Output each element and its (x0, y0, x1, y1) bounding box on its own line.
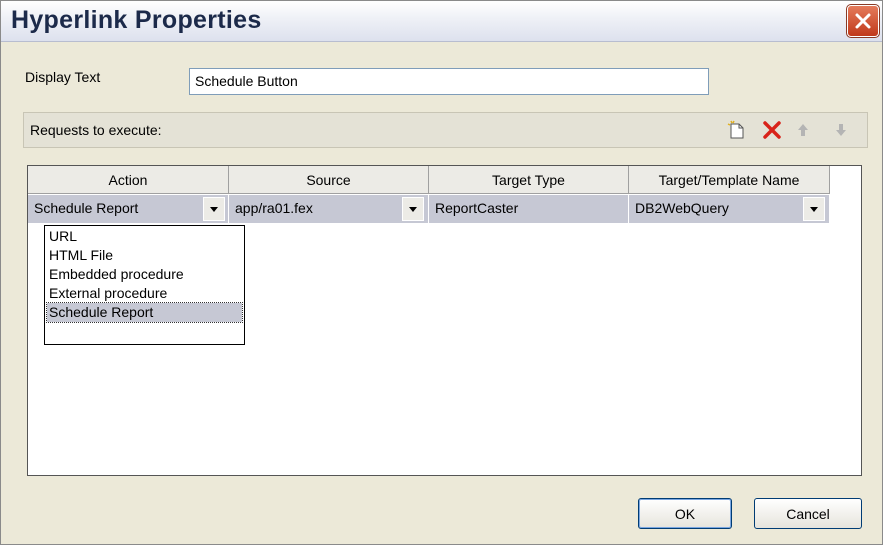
cancel-button[interactable]: Cancel (754, 498, 862, 529)
display-text-input[interactable]: Schedule Button (189, 68, 709, 95)
dropdown-option-external-procedure[interactable]: External procedure (47, 284, 242, 303)
dropdown-arrow-icon (210, 206, 218, 212)
source-cell[interactable]: app/ra01.fex (229, 195, 429, 223)
dialog-title: Hyperlink Properties (11, 6, 262, 34)
ok-button[interactable]: OK (638, 498, 732, 529)
move-up-button[interactable] (792, 119, 814, 141)
move-down-button[interactable] (830, 119, 852, 141)
delete-request-button[interactable] (761, 119, 783, 141)
dropdown-option-url[interactable]: URL (47, 227, 242, 246)
column-header-target-name[interactable]: Target/Template Name (629, 166, 830, 194)
action-cell-value: Schedule Report (34, 200, 139, 216)
source-cell-value: app/ra01.fex (235, 200, 313, 216)
close-button[interactable] (846, 4, 880, 38)
dropdown-option-embedded-procedure[interactable]: Embedded procedure (47, 265, 242, 284)
source-dropdown-button[interactable] (402, 197, 424, 221)
display-text-label: Display Text (25, 69, 101, 85)
target-type-cell-value: ReportCaster (435, 200, 519, 216)
new-request-icon (727, 120, 744, 139)
dropdown-arrow-icon (810, 206, 818, 212)
requests-label: Requests to execute: (30, 122, 162, 138)
dropdown-option-html-file[interactable]: HTML File (47, 246, 242, 265)
title-bar: Hyperlink Properties (1, 1, 882, 42)
new-request-button[interactable] (726, 119, 748, 141)
target-name-cell-value: DB2WebQuery (635, 200, 729, 216)
move-down-icon (836, 124, 846, 136)
action-dropdown-list: URL HTML File Embedded procedure Externa… (44, 225, 245, 345)
column-header-target-type[interactable]: Target Type (429, 166, 629, 194)
column-header-action[interactable]: Action (28, 166, 229, 194)
target-name-cell[interactable]: DB2WebQuery (629, 195, 830, 223)
close-icon (855, 13, 871, 29)
target-name-dropdown-button[interactable] (803, 197, 825, 221)
action-dropdown-button[interactable] (203, 197, 225, 221)
column-header-source[interactable]: Source (229, 166, 429, 194)
requests-grid: Action Source Target Type Target/Templat… (27, 165, 862, 476)
dropdown-option-schedule-report[interactable]: Schedule Report (46, 302, 243, 323)
action-cell[interactable]: Schedule Report (28, 195, 229, 223)
move-up-icon (798, 124, 808, 136)
dropdown-arrow-icon (409, 206, 417, 212)
hyperlink-properties-dialog: Hyperlink Properties Display Text Schedu… (0, 0, 883, 545)
requests-toolbar: Requests to execute: (23, 112, 868, 148)
target-type-cell[interactable]: ReportCaster (429, 195, 629, 223)
delete-icon (763, 121, 781, 139)
